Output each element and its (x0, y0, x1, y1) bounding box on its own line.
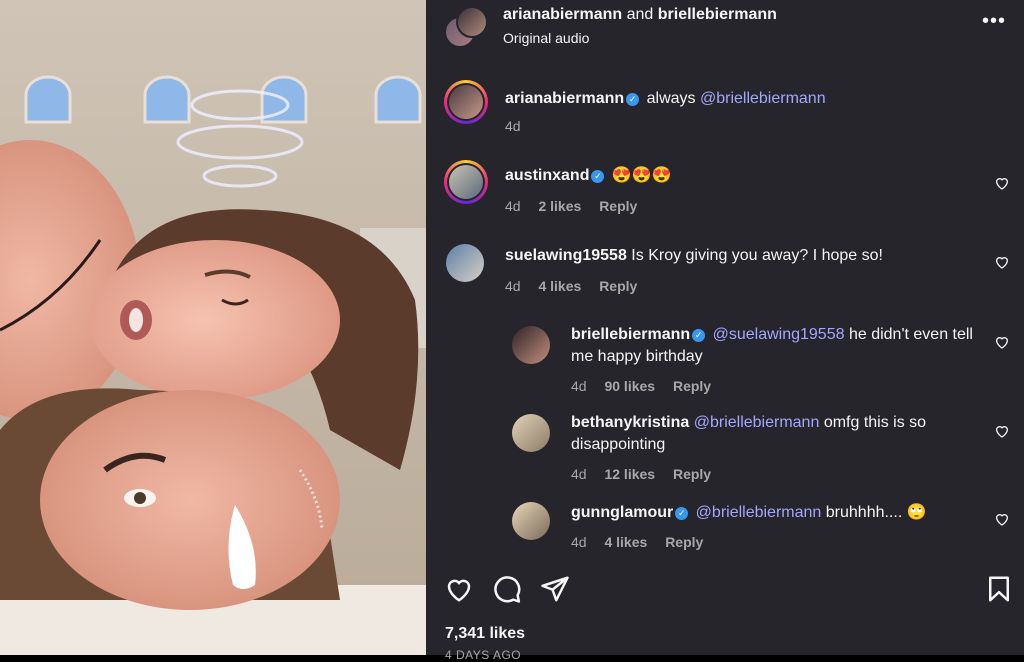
comment-mention[interactable]: @suelawing19558 (713, 326, 845, 343)
post-date[interactable]: 4 DAYS AGO (445, 648, 521, 662)
comment-likes[interactable]: 90 likes (604, 378, 655, 394)
avatar (456, 6, 488, 38)
avatar[interactable] (512, 326, 550, 364)
comment-meta: 4d 90 likes Reply (571, 378, 725, 394)
heart-icon[interactable] (444, 574, 474, 604)
story-ring[interactable] (444, 80, 488, 124)
avatar (449, 165, 483, 199)
post-photo (0, 0, 426, 655)
comment-time[interactable]: 4d (571, 378, 587, 394)
avatar[interactable] (512, 502, 550, 540)
comments-panel: arianabiermann and briellebiermann Origi… (426, 0, 1024, 662)
avatar[interactable] (446, 244, 484, 282)
header-user2[interactable]: briellebiermann (658, 6, 777, 23)
heart-icon[interactable] (994, 511, 1010, 527)
reply-button[interactable]: Reply (665, 534, 703, 550)
comment-meta: 4d 2 likes Reply (505, 198, 651, 214)
reply-button[interactable]: Reply (599, 278, 637, 294)
likes-count[interactable]: 7,341 likes (445, 625, 525, 643)
share-icon[interactable] (540, 574, 570, 604)
header-user1[interactable]: arianabiermann (503, 6, 622, 23)
avatar[interactable] (512, 414, 550, 452)
comment-username[interactable]: suelawing19558 (505, 247, 627, 264)
caption-meta: 4d (505, 118, 535, 134)
comment-meta: 4d 4 likes Reply (571, 534, 717, 550)
caption-username[interactable]: arianabiermann (505, 90, 624, 107)
caption-mention[interactable]: @briellebiermann (700, 90, 826, 107)
comment-username[interactable]: briellebiermann (571, 326, 690, 343)
comment-body: bruhhhh.... 🙄 (825, 504, 927, 521)
verified-icon: ✓ (591, 170, 605, 183)
save-icon[interactable] (984, 574, 1014, 604)
comment-username[interactable]: bethanykristina (571, 414, 689, 431)
comment-text: austinxand ✓ 😍😍😍 (505, 165, 945, 187)
comment-time[interactable]: 4d (505, 278, 521, 294)
heart-icon[interactable] (994, 334, 1010, 350)
comment-likes[interactable]: 4 likes (538, 278, 581, 294)
caption-text: arianabiermann ✓ always @briellebiermann (505, 88, 985, 110)
comment-text: suelawing19558 Is Kroy giving you away? … (505, 245, 965, 267)
comment-icon[interactable] (492, 574, 522, 604)
comment-mention[interactable]: @briellebiermann (696, 504, 822, 521)
header-and: and (626, 6, 654, 23)
reply-button[interactable]: Reply (599, 198, 637, 214)
comment-text: briellebiermann ✓ @suelawing19558 he didn… (571, 324, 991, 368)
comment-time[interactable]: 4d (571, 534, 587, 550)
comment-username[interactable]: austinxand (505, 167, 589, 184)
comment-text: bethanykristina @briellebiermann omfg th… (571, 412, 991, 456)
more-horizontal-icon[interactable]: ••• (982, 10, 1006, 33)
comment-username[interactable]: gunnglamour (571, 504, 673, 521)
verified-icon: ✓ (626, 93, 640, 106)
comment-likes[interactable]: 2 likes (538, 198, 581, 214)
comment-meta: 4d 12 likes Reply (571, 466, 725, 482)
story-ring[interactable] (444, 160, 488, 204)
avatar (449, 85, 483, 119)
comment-mention[interactable]: @briellebiermann (694, 414, 820, 431)
comment-meta: 4d 4 likes Reply (505, 278, 651, 294)
comment-text: gunnglamour ✓ @briellebiermann bruhhhh...… (571, 502, 991, 524)
audio-label[interactable]: Original audio (503, 30, 589, 46)
verified-icon: ✓ (675, 507, 689, 520)
comment-body: 😍😍😍 (611, 167, 672, 184)
heart-icon[interactable] (994, 423, 1010, 439)
caption-body: always (646, 90, 696, 107)
post-media[interactable] (0, 0, 426, 655)
comment-time[interactable]: 4d (571, 466, 587, 482)
comment-body: Is Kroy giving you away? I hope so! (631, 247, 883, 264)
reply-button[interactable]: Reply (673, 466, 711, 482)
post-header: arianabiermann and briellebiermann Origi… (444, 4, 1010, 48)
heart-icon[interactable] (994, 254, 1010, 270)
action-bar (444, 574, 1014, 606)
comment-likes[interactable]: 4 likes (604, 534, 647, 550)
heart-icon[interactable] (994, 175, 1010, 191)
header-usernames: arianabiermann and briellebiermann (503, 6, 777, 24)
reply-button[interactable]: Reply (673, 378, 711, 394)
comment-time[interactable]: 4d (505, 198, 521, 214)
verified-icon: ✓ (692, 329, 706, 342)
caption-time[interactable]: 4d (505, 118, 521, 134)
collab-avatars[interactable] (444, 6, 488, 48)
comment-likes[interactable]: 12 likes (604, 466, 655, 482)
